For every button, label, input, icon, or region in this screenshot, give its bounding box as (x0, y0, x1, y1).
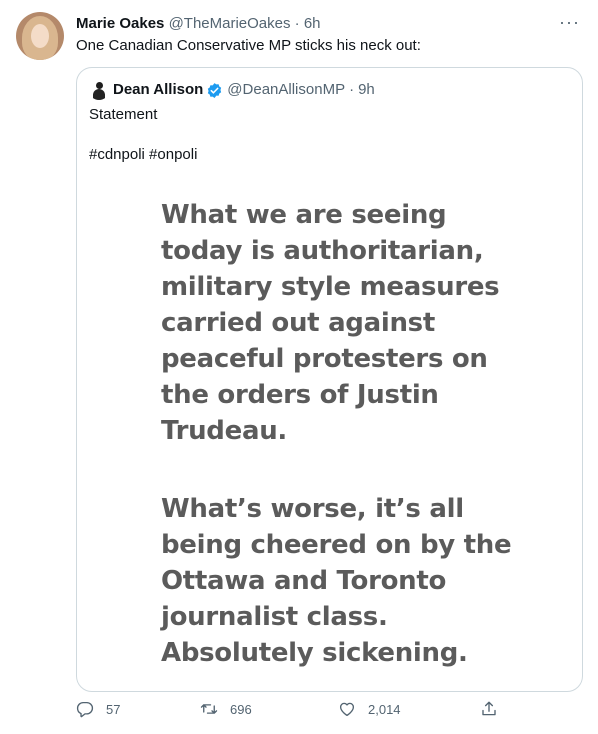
author-name[interactable]: Marie Oakes (76, 15, 164, 32)
separator-dot: · (349, 81, 355, 98)
separator-dot: · (294, 15, 300, 32)
quoted-tweet-header: Dean Allison @DeanAllisonMP · 9h (89, 80, 375, 100)
statement-line: the orders of Justin (161, 380, 439, 410)
quoted-author-name[interactable]: Dean Allison (113, 80, 203, 100)
tweet-header: Marie Oakes @TheMarieOakes · 6h (76, 14, 321, 34)
statement-line: military style measures (161, 272, 500, 302)
verified-badge-icon (208, 82, 222, 98)
statement-line: being cheered on by the (161, 530, 512, 560)
statement-line: peaceful protesters on (161, 344, 488, 374)
quoted-author-avatar[interactable] (89, 80, 109, 100)
tweet-actions: 57 696 2,014 (76, 700, 526, 728)
heart-icon (339, 702, 355, 717)
reply-button[interactable]: 57 (76, 700, 120, 718)
statement-line: journalist class. (161, 602, 388, 632)
statement-line: Trudeau. (161, 416, 287, 446)
retweet-icon (200, 704, 218, 714)
statement-line: today is authoritarian, (161, 236, 484, 266)
more-options-icon[interactable]: ··· (559, 13, 580, 31)
reply-count: 57 (106, 701, 121, 717)
statement-line: Ottawa and Toronto (161, 566, 447, 596)
statement-line: carried out against (161, 308, 435, 338)
retweet-button[interactable]: 696 (200, 700, 252, 718)
tweet-time[interactable]: 6h (304, 15, 321, 32)
quoted-tweet[interactable]: Dean Allison @DeanAllisonMP · 9h Stateme… (76, 67, 583, 692)
reply-icon (76, 701, 94, 718)
quoted-tweet-hashtags[interactable]: #cdnpoli #onpoli (89, 145, 197, 165)
retweet-count: 696 (230, 701, 252, 717)
statement-line: Absolutely sickening. (161, 638, 468, 668)
share-icon (482, 701, 496, 716)
author-avatar[interactable] (16, 12, 64, 60)
tweet-text: One Canadian Conservative MP sticks his … (76, 37, 421, 54)
statement-image[interactable]: What we are seeing today is authoritaria… (161, 197, 541, 671)
share-button[interactable] (480, 700, 498, 718)
author-handle[interactable]: @TheMarieOakes (169, 15, 291, 32)
statement-line: What’s worse, it’s all (161, 494, 464, 524)
quoted-tweet-text: Statement (89, 106, 158, 123)
statement-line: What we are seeing (161, 200, 447, 230)
like-button[interactable]: 2,014 (338, 700, 401, 718)
quoted-author-handle[interactable]: @DeanAllisonMP (227, 80, 345, 100)
like-count: 2,014 (368, 701, 401, 717)
tweet-card[interactable]: Marie Oakes @TheMarieOakes · 6h ··· One … (0, 0, 598, 734)
quoted-tweet-time[interactable]: 9h (358, 80, 375, 100)
